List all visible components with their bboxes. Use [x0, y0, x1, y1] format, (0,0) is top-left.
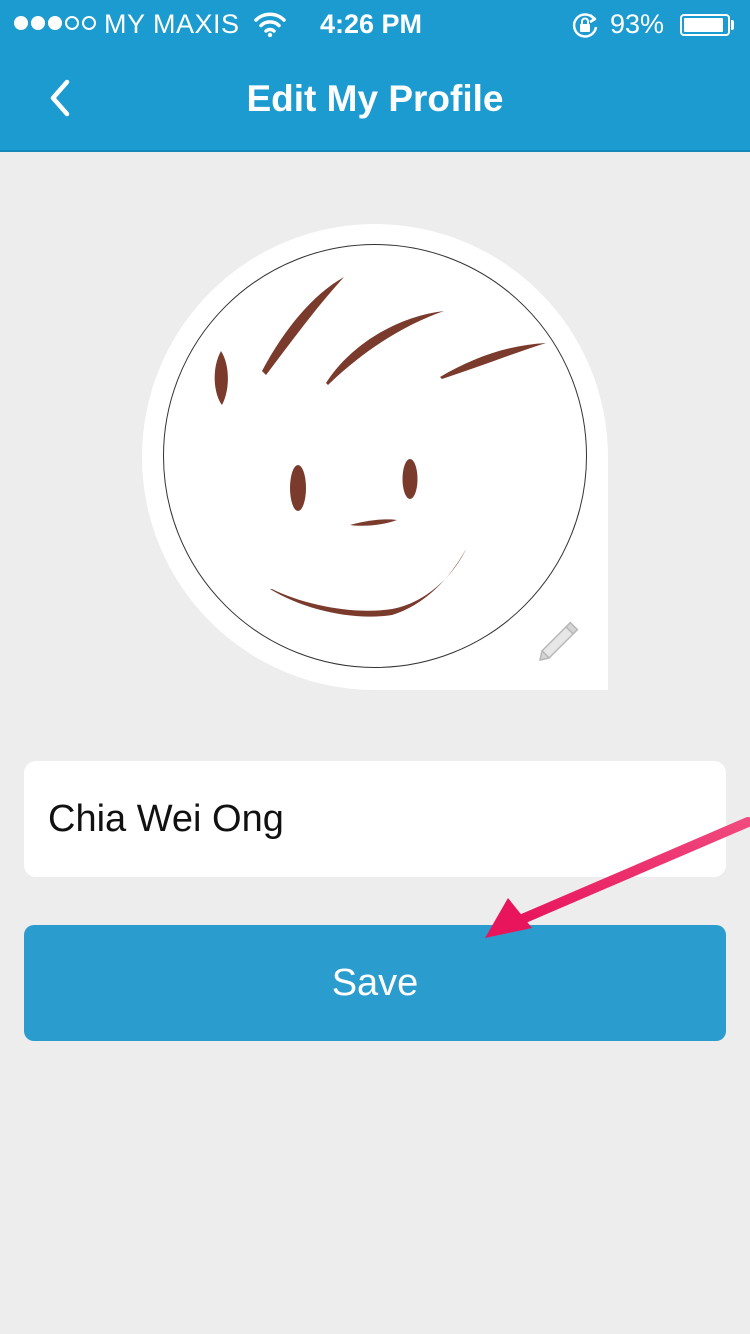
signal-dot: [82, 16, 96, 30]
battery-fill: [684, 18, 724, 32]
signal-dot: [65, 16, 79, 30]
rotation-lock-icon: [570, 10, 600, 47]
battery-percent: 93%: [610, 9, 665, 39]
battery-tip: [731, 20, 734, 30]
cartoon-face-avatar: [214, 277, 546, 617]
avatar[interactable]: [163, 244, 587, 668]
save-button[interactable]: Save: [24, 925, 726, 1041]
name-input[interactable]: [24, 761, 726, 877]
nav-bar: Edit My Profile: [0, 50, 750, 150]
page-title: Edit My Profile: [246, 78, 504, 119]
status-bar: MY MAXIS 4:26 PM 93%: [0, 0, 750, 50]
status-time: 4:26 PM: [320, 9, 423, 39]
signal-dot: [48, 16, 62, 30]
name-field[interactable]: [24, 761, 726, 877]
pencil-icon[interactable]: [532, 614, 586, 668]
wifi-icon: [254, 10, 286, 45]
carrier-name: MY MAXIS: [104, 9, 240, 39]
header: MY MAXIS 4:26 PM 93% Edit My Profile: [0, 0, 750, 152]
signal-dot: [31, 16, 45, 30]
battery-icon: [680, 14, 730, 36]
signal-dot: [14, 16, 28, 30]
signal-strength-icon: [14, 16, 96, 30]
